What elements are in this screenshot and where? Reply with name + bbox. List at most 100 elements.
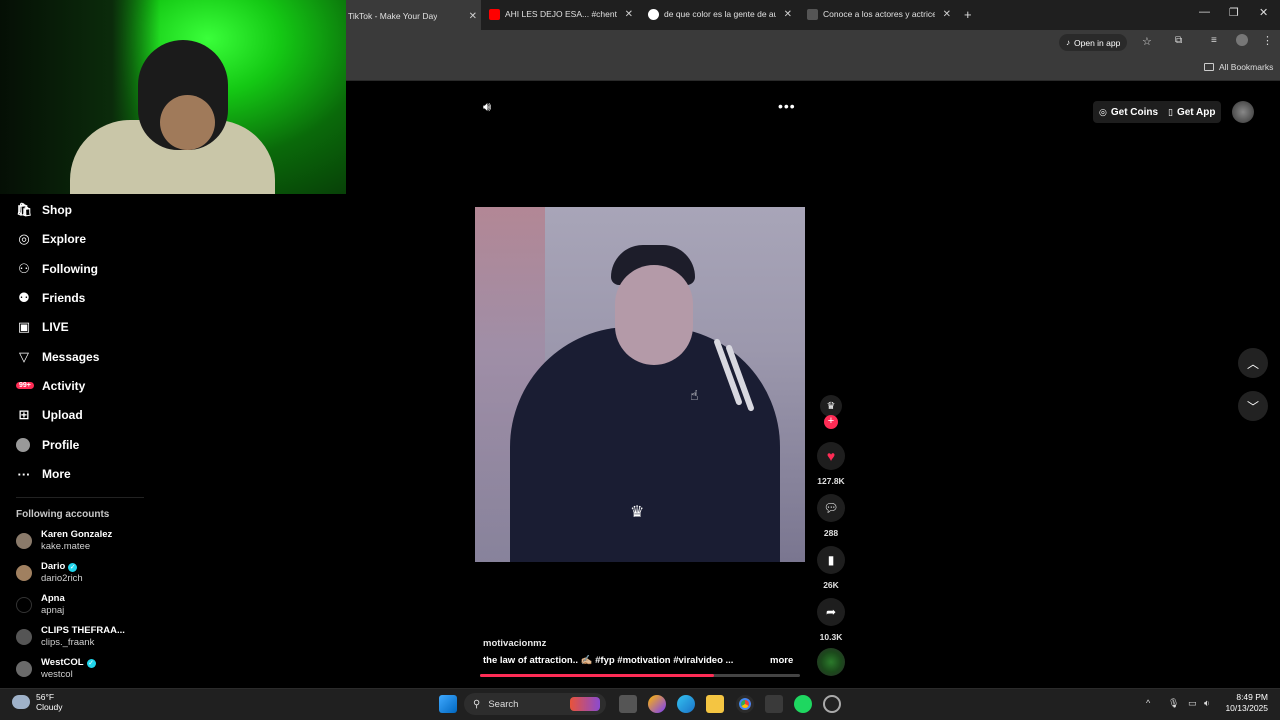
caption-more-link[interactable]: more xyxy=(770,655,793,666)
tab-title: de que color es la gente de au xyxy=(664,9,776,19)
settings-icon[interactable] xyxy=(823,695,841,713)
account-item[interactable]: CLIPS THEFRAA... clips._fraank xyxy=(16,624,125,650)
taskbar-search-label: Search xyxy=(488,698,519,710)
ellipsis-icon: ··· xyxy=(17,466,31,482)
store-icon[interactable] xyxy=(765,695,783,713)
windows-taskbar xyxy=(0,688,1280,720)
save-button[interactable]: ▮ 26K xyxy=(817,546,845,590)
profile-icon[interactable] xyxy=(1236,34,1248,46)
webcam-overlay xyxy=(0,0,346,194)
account-item[interactable]: Karen Gonzalez kake.matee xyxy=(16,528,112,554)
live-icon: ▣ xyxy=(17,319,31,334)
video-author[interactable]: motivacionmz xyxy=(483,638,546,649)
sidebar-item-label: More xyxy=(42,467,71,481)
sidebar-item-label: LIVE xyxy=(42,320,69,334)
youtube-icon xyxy=(489,8,500,20)
heart-icon: ♥ xyxy=(817,442,845,470)
music-disc[interactable] xyxy=(817,648,845,676)
sidebar-item-live[interactable]: ▣ LIVE xyxy=(16,316,69,338)
next-video-button[interactable]: ﹀ xyxy=(1238,391,1268,421)
search-icon: ⚲ xyxy=(473,698,481,710)
tray-chevron-icon[interactable]: ^ xyxy=(1146,698,1150,708)
tab-youtube[interactable]: AHI LES DEJO ESA... #chenteyd ✕ xyxy=(489,4,637,24)
taskbar-search[interactable]: ⚲ Search xyxy=(464,693,606,715)
new-tab-button[interactable]: + xyxy=(964,7,972,22)
avatar xyxy=(16,533,32,549)
windows-start-icon[interactable] xyxy=(439,695,457,713)
copilot-icon[interactable] xyxy=(648,695,666,713)
sidebar-item-following[interactable]: ⚇ Following xyxy=(16,258,98,280)
tab-tiktok[interactable]: TikTok - Make Your Day ✕ xyxy=(346,0,481,30)
page-icon xyxy=(807,8,818,20)
folder-icon xyxy=(1204,63,1214,71)
sidebar-item-explore[interactable]: ◎ Explore xyxy=(16,228,86,250)
open-in-app-button[interactable]: ♪ Open in app xyxy=(1059,34,1128,51)
spotify-icon[interactable] xyxy=(794,695,812,713)
comment-button[interactable]: 💬︎ 288 xyxy=(817,494,845,538)
close-icon[interactable]: ✕ xyxy=(943,9,951,20)
star-icon[interactable]: ☆ xyxy=(1142,35,1152,48)
open-in-app-label: Open in app xyxy=(1074,37,1121,48)
account-name: CLIPS THEFRAA... xyxy=(41,625,125,636)
account-item[interactable]: Dario ✓ dario2rich xyxy=(16,560,83,586)
sidebar-item-shop[interactable]: 🛍 Shop xyxy=(16,199,72,221)
friends-icon: ⚉ xyxy=(18,290,30,305)
creator-avatar[interactable]: ♛ xyxy=(820,395,842,417)
account-item[interactable]: Apna apnaj xyxy=(16,592,65,618)
task-view-icon[interactable] xyxy=(619,695,637,713)
minimize-icon[interactable]: — xyxy=(1199,6,1210,18)
more-options-icon[interactable]: ••• xyxy=(778,98,796,114)
account-item[interactable]: WestCOL ✓ westcol xyxy=(16,656,96,682)
video-caption: the law of attraction.. ✍🏼 #fyp #motivat… xyxy=(483,655,734,666)
share-button[interactable]: ➦ 10.3K xyxy=(817,598,845,642)
sidebar-item-label: Following xyxy=(42,262,98,276)
avatar xyxy=(16,565,32,581)
sidebar-item-upload[interactable]: ⊞ Upload xyxy=(16,404,83,426)
close-icon[interactable]: ✕ xyxy=(784,9,792,20)
media-icon[interactable]: ≡ xyxy=(1211,35,1217,46)
chevron-down-icon: ﹀ xyxy=(1246,399,1259,414)
hand-cursor-icon: ☝ xyxy=(690,387,699,403)
get-app-button[interactable]: ▯ Get App xyxy=(1162,101,1222,123)
video-player[interactable]: ♛ xyxy=(475,207,805,562)
avatar-icon xyxy=(16,438,30,452)
sidebar-item-activity[interactable]: 99+ Activity xyxy=(16,375,85,397)
like-button[interactable]: ♥ 127.8K xyxy=(817,442,845,486)
file-explorer-icon[interactable] xyxy=(706,695,724,713)
sidebar-item-profile[interactable]: Profile xyxy=(16,434,79,456)
sidebar-item-more[interactable]: ··· More xyxy=(16,463,71,485)
sidebar-item-friends[interactable]: ⚉ Friends xyxy=(16,287,85,309)
all-bookmarks-button[interactable]: All Bookmarks xyxy=(1204,62,1273,72)
previous-video-button[interactable]: ︿ xyxy=(1238,348,1268,378)
network-icon[interactable]: ▭ xyxy=(1188,698,1197,709)
microphone-icon[interactable]: 🎙︎ xyxy=(1168,698,1179,709)
account-name: Apna xyxy=(41,593,65,604)
restore-icon[interactable]: ❐ xyxy=(1229,6,1239,19)
video-progress-bar[interactable] xyxy=(480,674,800,677)
system-clock[interactable]: 8:49 PM 10/13/2025 xyxy=(1222,692,1268,714)
weather-widget[interactable]: 56°F Cloudy xyxy=(12,692,62,712)
clock-date: 10/13/2025 xyxy=(1225,703,1268,713)
following-accounts-title: Following accounts xyxy=(16,509,110,520)
watermark-logo: ♛ xyxy=(630,504,645,521)
get-coins-button[interactable]: ◎ Get Coins xyxy=(1093,101,1165,123)
follow-button[interactable]: + xyxy=(824,415,838,429)
menu-icon[interactable]: ⋮ xyxy=(1262,34,1273,47)
sidebar-item-label: Friends xyxy=(42,291,86,305)
sidebar-item-messages[interactable]: ▽ Messages xyxy=(16,346,99,368)
user-avatar-button[interactable] xyxy=(1232,101,1254,123)
tab-actores[interactable]: Conoce a los actores y actrices ✕ xyxy=(807,4,955,24)
speaker-icon[interactable]: 🔉︎ xyxy=(1204,698,1210,709)
tab-google[interactable]: de que color es la gente de au ✕ xyxy=(648,4,796,24)
volume-icon[interactable]: 🔊︎ xyxy=(483,99,491,115)
close-icon[interactable]: ✕ xyxy=(625,9,633,20)
comment-icon: 💬︎ xyxy=(817,494,845,522)
edge-icon[interactable] xyxy=(677,695,695,713)
close-icon[interactable]: ✕ xyxy=(469,11,477,22)
get-app-label: Get App xyxy=(1176,106,1216,118)
extension-icon[interactable]: ⧉ xyxy=(1175,35,1182,46)
close-window-icon[interactable]: ✕ xyxy=(1259,6,1268,19)
tiktok-icon: ♪ xyxy=(1066,38,1070,47)
like-count: 127.8K xyxy=(817,476,845,486)
chrome-icon[interactable] xyxy=(736,695,754,713)
